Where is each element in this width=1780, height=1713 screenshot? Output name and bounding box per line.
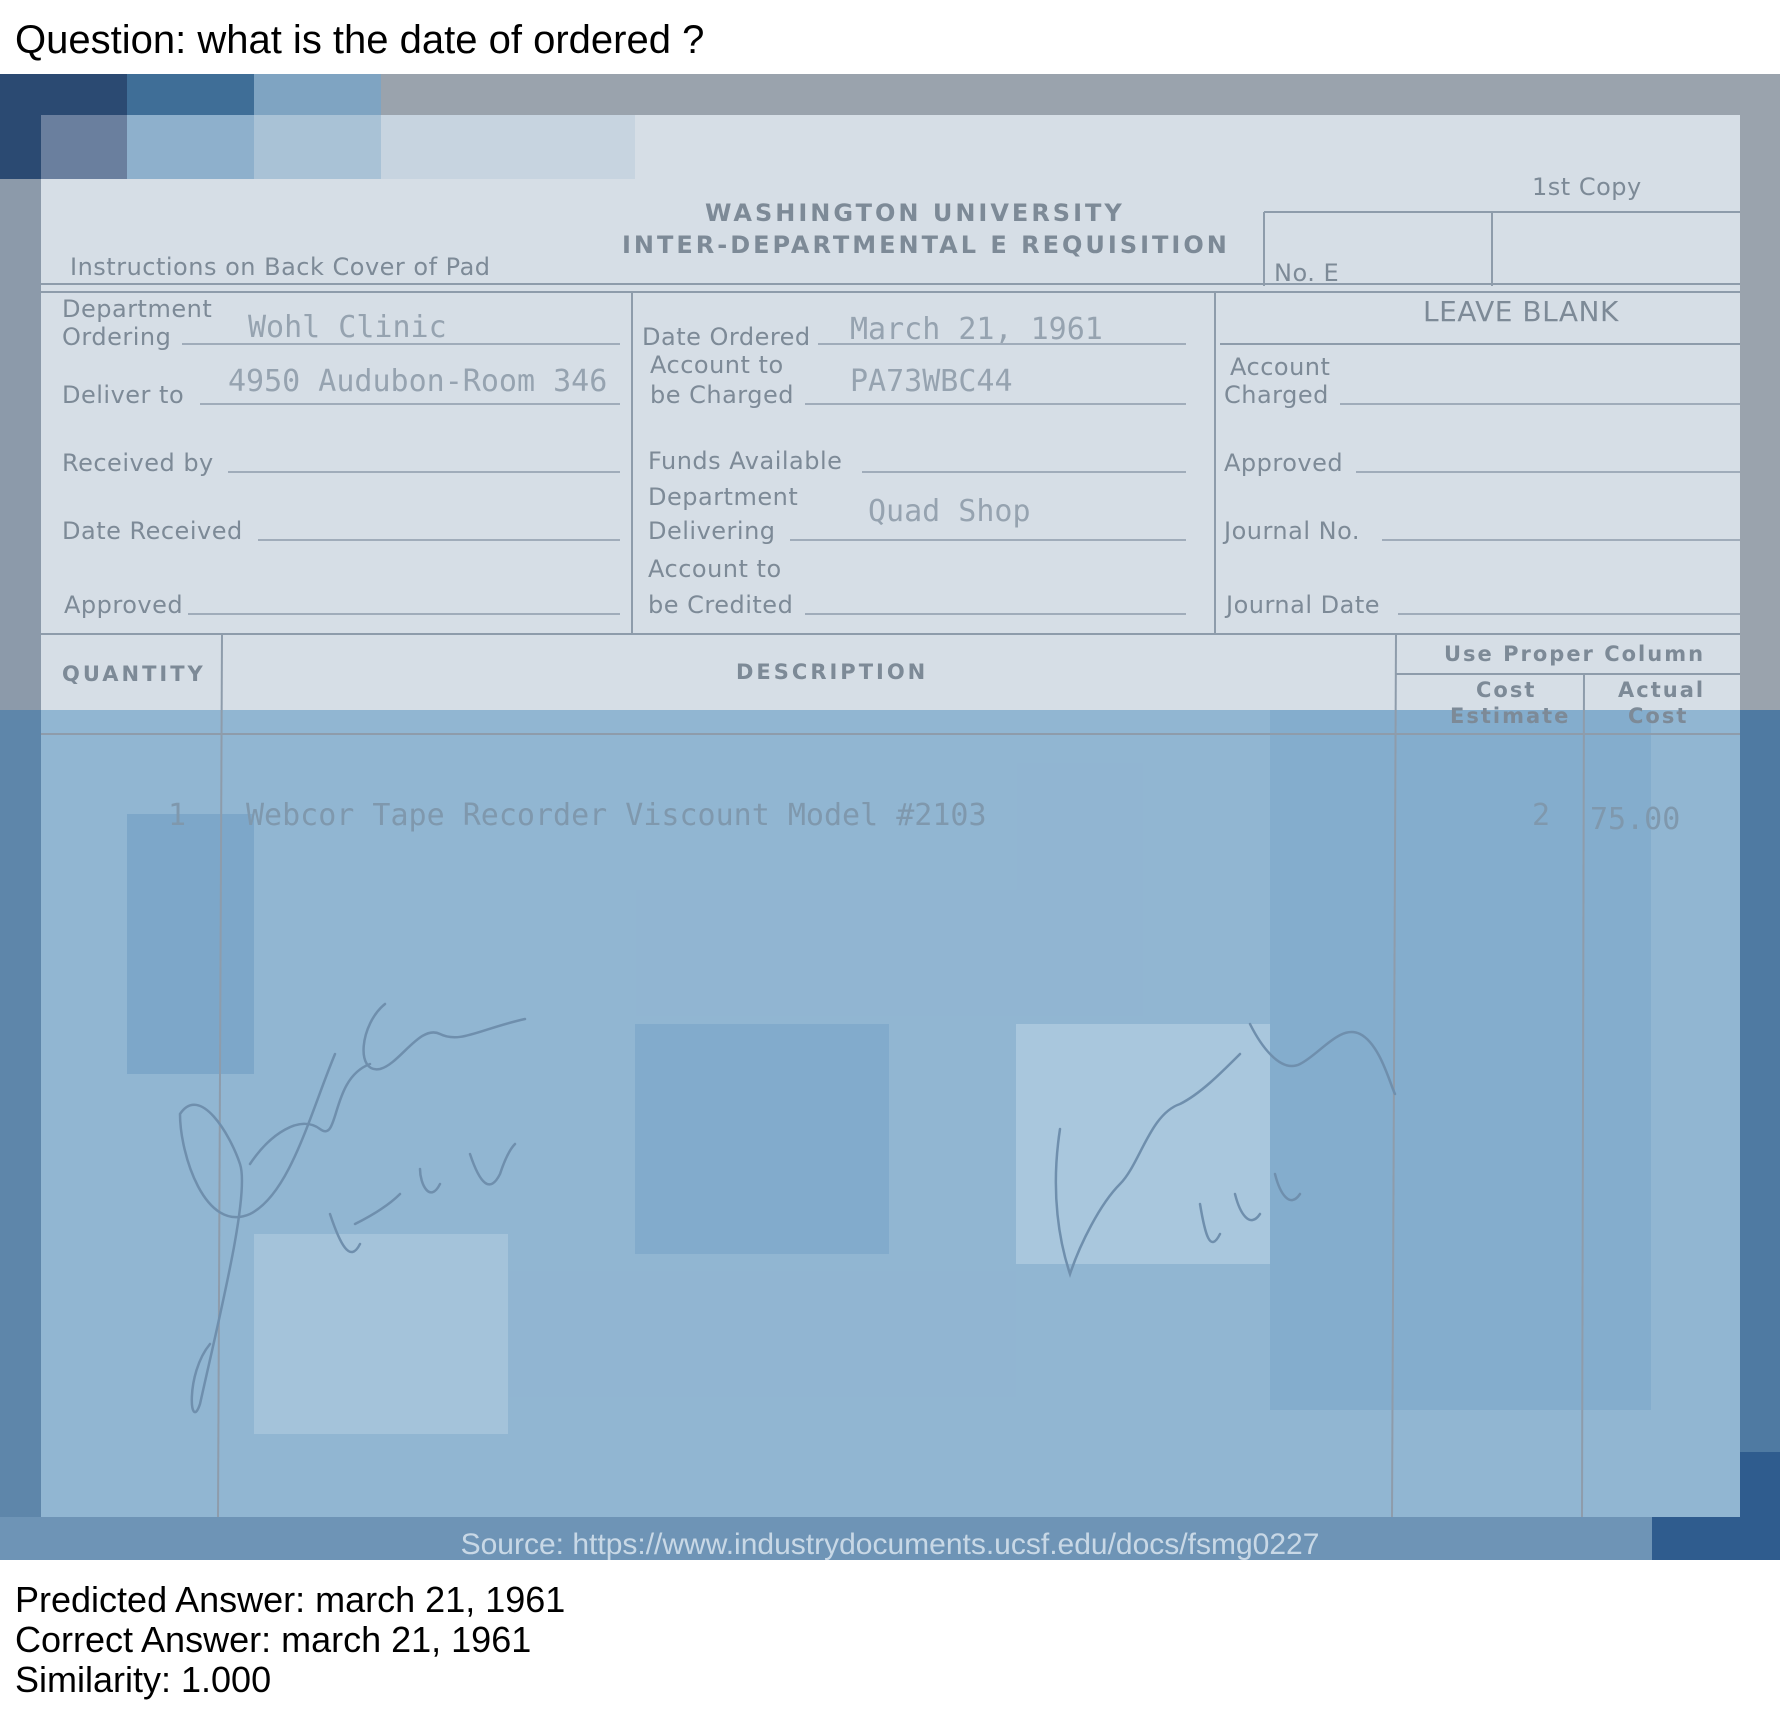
date-received-label: Date Received	[62, 517, 243, 545]
dept-ordering-label-2: Ordering	[62, 323, 172, 351]
correct-answer: Correct Answer: march 21, 1961	[15, 1619, 532, 1660]
dept-ordering-value: Wohl Clinic	[248, 310, 447, 345]
dept-ordering-label-1: Department	[62, 295, 213, 323]
deliver-to-label: Deliver to	[62, 381, 185, 409]
date-ordered-value: March 21, 1961	[850, 312, 1103, 347]
row-quantity: 1	[168, 798, 187, 833]
col-cost-estimate-2: Estimate	[1450, 704, 1571, 728]
row-actual-cost: 75.00	[1590, 802, 1681, 837]
account-credited-label-2: be Credited	[648, 591, 794, 619]
col-quantity: QUANTITY	[62, 662, 206, 686]
copy-label: 1st Copy	[1532, 173, 1642, 201]
col-use-proper: Use Proper Column	[1444, 642, 1706, 666]
col-description: DESCRIPTION	[736, 660, 929, 684]
journal-date-label: Journal Date	[1226, 591, 1380, 619]
source-watermark: Source: https://www.industrydocuments.uc…	[460, 1528, 1320, 1560]
document-scan: 1st Copy WASHINGTON UNIVERSITY INTER-DEP…	[0, 74, 1780, 1560]
account-credited-label-1: Account to	[648, 555, 782, 583]
date-ordered-label: Date Ordered	[642, 323, 811, 351]
university-title: WASHINGTON UNIVERSITY	[705, 199, 1125, 227]
number-label: No. E	[1274, 259, 1340, 287]
row-estimate-mark: 2	[1532, 798, 1551, 833]
dept-delivering-value: Quad Shop	[868, 494, 1031, 529]
dept-delivering-label-2: Delivering	[648, 517, 776, 545]
signature-right	[1054, 1022, 1397, 1278]
instructions-label: Instructions on Back Cover of Pad	[70, 253, 491, 281]
col-actual-cost-2: Cost	[1628, 704, 1689, 728]
received-by-label: Received by	[62, 449, 214, 477]
similarity-score: Similarity: 1.000	[15, 1659, 272, 1700]
account-charged-label-2: be Charged	[650, 381, 794, 409]
form-title: INTER-DEPARTMENTAL E REQUISITION	[622, 231, 1230, 259]
col-cost-estimate-1: Cost	[1476, 678, 1537, 702]
approved-label-right: Approved	[1224, 449, 1344, 477]
predicted-answer: Predicted Answer: march 21, 1961	[15, 1579, 566, 1620]
account-charged-label-1: Account to	[650, 351, 784, 379]
dept-delivering-label-1: Department	[648, 483, 799, 511]
account-right-label-1: Account	[1230, 353, 1331, 381]
question-text: Question: what is the date of ordered ?	[15, 18, 705, 62]
row-description: Webcor Tape Recorder Viscount Model #210…	[246, 798, 987, 833]
leave-blank-label: LEAVE BLANK	[1423, 295, 1619, 328]
account-right-label-2: Charged	[1224, 381, 1329, 409]
journal-no-label: Journal No.	[1224, 517, 1360, 545]
account-charged-value: PA73WBC44	[850, 364, 1013, 399]
funds-available-label: Funds Available	[648, 447, 843, 475]
col-actual-cost-1: Actual	[1618, 678, 1706, 702]
deliver-to-value: 4950 Audubon-Room 346	[228, 364, 608, 399]
signature-left	[178, 1002, 527, 1414]
approved-label-left: Approved	[64, 591, 184, 619]
